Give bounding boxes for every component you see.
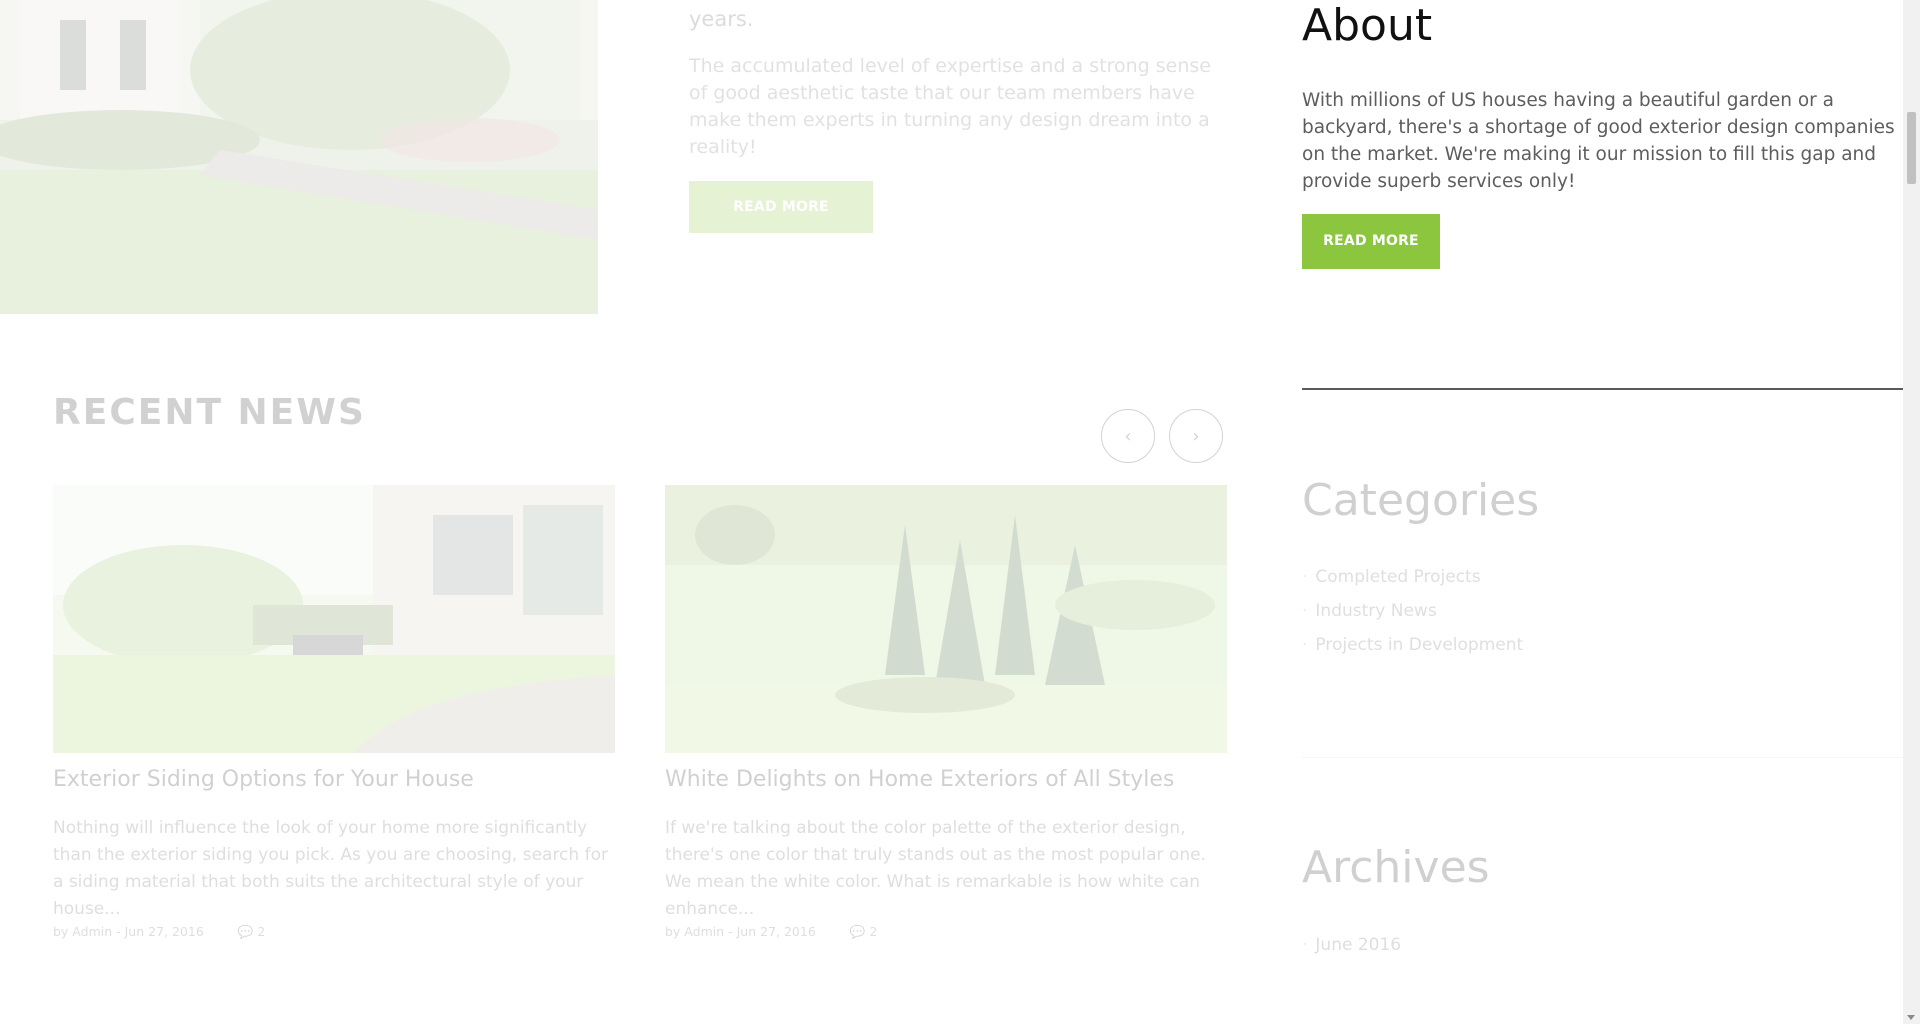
about-divider bbox=[1302, 388, 1904, 390]
about-read-more-button[interactable]: READ MORE bbox=[1302, 214, 1440, 269]
chevron-right-icon: › bbox=[1192, 425, 1200, 447]
about-text: With millions of US houses having a beau… bbox=[1302, 90, 1895, 192]
news-card-title-1[interactable]: Exterior Siding Options for Your House bbox=[53, 767, 474, 792]
news-card-meta-2: by Admin - Jun 27, 2016 💬 2 bbox=[665, 924, 877, 940]
about-title: About bbox=[1302, 0, 1433, 51]
hero-garden-image bbox=[0, 0, 598, 314]
category-item[interactable]: Industry News bbox=[1302, 594, 1523, 628]
meta-date[interactable]: Jun 27, 2016 bbox=[737, 924, 816, 939]
categories-divider bbox=[1302, 757, 1904, 758]
categories-list: Completed Projects Industry News Project… bbox=[1302, 560, 1523, 662]
meta-comments[interactable]: 2 bbox=[869, 924, 877, 939]
scroll-down-arrow-icon[interactable] bbox=[1907, 1015, 1915, 1020]
scrollbar-thumb[interactable] bbox=[1907, 112, 1916, 184]
comment-icon[interactable]: 💬 bbox=[238, 924, 254, 939]
prev-news-button[interactable]: ‹ bbox=[1101, 409, 1155, 463]
archives-list: June 2016 bbox=[1302, 928, 1401, 962]
next-news-button[interactable]: › bbox=[1169, 409, 1223, 463]
categories-title: Categories bbox=[1302, 475, 1540, 526]
meta-comments[interactable]: 2 bbox=[257, 924, 265, 939]
comment-icon[interactable]: 💬 bbox=[850, 924, 866, 939]
category-item[interactable]: Completed Projects bbox=[1302, 560, 1523, 594]
archive-item[interactable]: June 2016 bbox=[1302, 928, 1401, 962]
intro-text: years. The accumulated level of expertis… bbox=[689, 0, 1229, 161]
news-card-excerpt-1: Nothing will influence the look of your … bbox=[53, 818, 608, 919]
meta-separator: - bbox=[116, 924, 125, 939]
news-card-meta-1: by Admin - Jun 27, 2016 💬 2 bbox=[53, 924, 265, 940]
intro-lead: years. bbox=[689, 7, 754, 31]
meta-date[interactable]: Jun 27, 2016 bbox=[125, 924, 204, 939]
page-scrollbar[interactable] bbox=[1903, 0, 1920, 1024]
news-card-title-2[interactable]: White Delights on Home Exteriors of All … bbox=[665, 767, 1174, 792]
recent-news-title: RECENT NEWS bbox=[53, 392, 366, 433]
meta-author[interactable]: by Admin bbox=[53, 924, 112, 939]
news-card-image-1[interactable] bbox=[53, 485, 615, 753]
archives-title: Archives bbox=[1302, 842, 1490, 893]
chevron-left-icon: ‹ bbox=[1124, 425, 1132, 447]
intro-read-more-button[interactable]: READ MORE bbox=[689, 181, 873, 233]
intro-paragraph: The accumulated level of expertise and a… bbox=[689, 55, 1211, 158]
meta-author[interactable]: by Admin bbox=[665, 924, 724, 939]
meta-separator: - bbox=[728, 924, 737, 939]
category-item[interactable]: Projects in Development bbox=[1302, 628, 1523, 662]
news-card-excerpt-2: If we're talking about the color palette… bbox=[665, 818, 1206, 919]
news-card-image-2[interactable] bbox=[665, 485, 1227, 753]
